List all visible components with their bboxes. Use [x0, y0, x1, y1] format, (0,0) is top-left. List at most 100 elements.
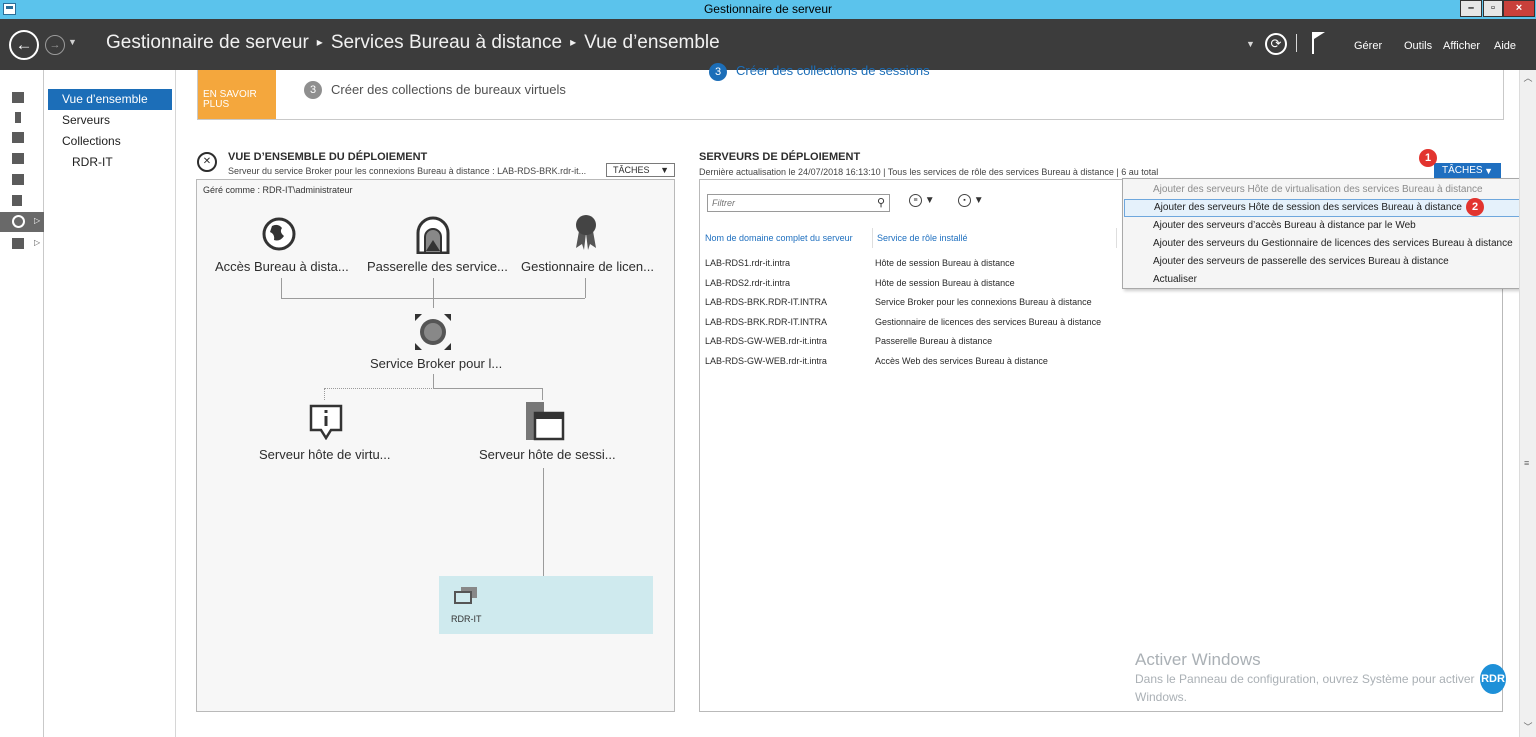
save-icon: ▪: [958, 194, 971, 207]
role-gateway-label[interactable]: Passerelle des service...: [367, 259, 508, 274]
refresh-dropdown-icon[interactable]: ▼: [1246, 39, 1255, 49]
cell-server-name: LAB-RDS-BRK.RDR-IT.INTRA: [705, 317, 828, 327]
nav-item-rdr-it[interactable]: RDR-IT: [48, 152, 172, 173]
nav-item-overview[interactable]: Vue d’ensemble: [48, 89, 172, 110]
vertical-scrollbar[interactable]: ︿ ≡ ﹀: [1519, 70, 1536, 737]
menu-item-refresh[interactable]: Actualiser: [1124, 271, 1534, 289]
session-host-window-icon[interactable]: [525, 401, 565, 441]
cell-role-service: Gestionnaire de licences des services Bu…: [875, 317, 1102, 327]
all-servers-icon[interactable]: [12, 132, 24, 143]
list-options-button[interactable]: ≡ ▼: [909, 194, 935, 207]
title-bar: Gestionnaire de serveur – ▫ ×: [0, 0, 1536, 19]
collection-tile-label: RDR-IT: [451, 614, 482, 624]
broker-connection-icon[interactable]: [414, 313, 452, 351]
cell-server-name: LAB-RDS-BRK.RDR-IT.INTRA: [705, 297, 828, 307]
breadcrumb-separator-icon: ▸: [316, 35, 323, 49]
maximize-button[interactable]: ▫: [1483, 0, 1503, 17]
menu-item-add-virtualization-host: Ajouter des serveurs Hôte de virtualisat…: [1153, 184, 1483, 195]
menu-item-add-gateway[interactable]: Ajouter des serveurs de passerelle des s…: [1124, 253, 1534, 271]
dashboard-icon[interactable]: [12, 92, 24, 103]
step-create-vdi-collections-link[interactable]: Créer des collections de bureaux virtuel…: [331, 82, 566, 97]
breadcrumb-item-server-manager[interactable]: Gestionnaire de serveur: [106, 32, 309, 53]
servers-tasks-label: TÂCHES: [1442, 165, 1483, 176]
column-divider[interactable]: [872, 228, 873, 248]
deployment-diagram: Géré comme : RDR-IT\administrateur Accès…: [196, 179, 675, 712]
cell-role-service: Hôte de session Bureau à distance: [875, 278, 1015, 288]
cell-role-service: Passerelle Bureau à distance: [875, 336, 993, 346]
search-icon[interactable]: ⚲: [877, 196, 885, 209]
menu-item-add-licensing[interactable]: Ajouter des serveurs du Gestionnaire de …: [1124, 235, 1534, 253]
cell-role-service: Accès Web des services Bureau à distance: [875, 356, 1048, 366]
breadcrumb: Gestionnaire de serveur ▸ Services Bureau …: [106, 32, 720, 54]
menu-manage[interactable]: Gérer: [1354, 40, 1382, 52]
role-licensing-label[interactable]: Gestionnaire de licen...: [521, 259, 654, 274]
header-divider: [1296, 34, 1297, 52]
iis-icon[interactable]: [12, 174, 24, 185]
annotation-badge-1: 1: [1419, 149, 1437, 167]
deployment-overview-subtitle: Serveur du service Broker pour les conne…: [228, 166, 587, 176]
quick-start-panel: EN SAVOIR PLUS 3 Créer des collections d…: [197, 63, 1504, 120]
minimize-button[interactable]: –: [1460, 0, 1482, 17]
local-server-icon[interactable]: [15, 112, 21, 123]
column-header-fqdn[interactable]: Nom de domaine complet du serveur: [705, 233, 853, 243]
nav-item-collections[interactable]: Collections: [48, 131, 172, 152]
activate-windows-title: Activer Windows: [1135, 650, 1261, 669]
expand-arrow-icon[interactable]: ▷: [34, 238, 40, 247]
collection-tile-rdr-it[interactable]: RDR-IT: [439, 576, 653, 634]
licensing-ribbon-icon[interactable]: [573, 213, 599, 251]
main-content: EN SAVOIR PLUS 3 Créer des collections d…: [176, 63, 1519, 737]
role-broker-label[interactable]: Service Broker pour l...: [370, 356, 502, 371]
forward-arrow-icon[interactable]: →: [45, 35, 65, 55]
filter-field[interactable]: ⚲: [707, 194, 890, 212]
collection-icon: [454, 587, 477, 604]
menu-help[interactable]: Aide: [1494, 40, 1516, 52]
breadcrumb-item-rds[interactable]: Services Bureau à distance: [331, 32, 562, 53]
notifications-flag-icon[interactable]: [1312, 32, 1326, 54]
virtualization-host-info-icon[interactable]: [309, 404, 343, 440]
scroll-down-icon[interactable]: ﹀: [1520, 719, 1536, 735]
rds-circle-icon: [12, 215, 25, 228]
tools-icon[interactable]: [12, 195, 22, 206]
deployment-overview-icon: ✕: [197, 152, 217, 172]
overview-tasks-button[interactable]: TÂCHES ▼: [606, 163, 675, 177]
role-web-access-label[interactable]: Accès Bureau à dista...: [215, 259, 349, 274]
close-button[interactable]: ×: [1503, 0, 1535, 17]
storage-icon[interactable]: [12, 238, 24, 249]
history-dropdown-icon[interactable]: ▼: [68, 37, 77, 47]
menu-item-add-web-access[interactable]: Ajouter des serveurs d’accès Bureau à di…: [1124, 217, 1534, 235]
scroll-grip-icon[interactable]: ≡: [1524, 458, 1529, 468]
gateway-arch-icon[interactable]: [415, 216, 451, 254]
step-number-badge: 3: [709, 63, 727, 81]
breadcrumb-separator-icon: ▸: [570, 35, 577, 49]
tasks-dropdown-menu: Ajouter des serveurs Hôte de virtualisat…: [1122, 178, 1536, 289]
web-access-globe-icon[interactable]: [262, 217, 296, 251]
scroll-up-icon[interactable]: ︿: [1520, 70, 1536, 86]
servers-tasks-button[interactable]: TÂCHES ▼: [1434, 163, 1501, 179]
role-session-host-label[interactable]: Serveur hôte de sessi...: [479, 447, 616, 462]
save-query-button[interactable]: ▪ ▼: [958, 194, 984, 207]
column-divider[interactable]: [1116, 228, 1117, 248]
rdr-logo: RDR: [1480, 664, 1506, 694]
back-arrow-icon[interactable]: ←: [9, 30, 39, 60]
refresh-icon[interactable]: ⟳: [1265, 33, 1287, 55]
menu-view[interactable]: Afficher: [1443, 40, 1480, 52]
cell-server-name: LAB-RDS1.rdr-it.intra: [705, 258, 791, 268]
chevron-down-icon: ▼: [660, 165, 669, 175]
left-icon-bar: ▷ ▷: [0, 70, 44, 737]
cell-role-service: Hôte de session Bureau à distance: [875, 258, 1015, 268]
list-icon: ≡: [909, 194, 922, 207]
expand-arrow-icon[interactable]: ▷: [34, 216, 40, 225]
menu-tools[interactable]: Outils: [1404, 40, 1432, 52]
annotation-badge-2: 2: [1466, 198, 1484, 216]
cell-server-name: LAB-RDS2.rdr-it.intra: [705, 278, 791, 288]
chevron-down-icon: ▼: [1484, 166, 1493, 176]
nav-item-servers[interactable]: Serveurs: [48, 110, 172, 131]
window-title: Gestionnaire de serveur: [703, 2, 833, 16]
file-services-icon[interactable]: [12, 153, 24, 164]
column-header-role-service[interactable]: Service de rôle installé: [877, 233, 968, 243]
step-create-session-collections-link[interactable]: Créer des collections de sessions: [736, 63, 930, 78]
filter-input[interactable]: [708, 195, 868, 211]
role-virtualization-host-label[interactable]: Serveur hôte de virtu...: [259, 447, 391, 462]
learn-more-button[interactable]: EN SAVOIR PLUS: [198, 70, 276, 119]
activate-windows-text: Dans le Panneau de configuration, ouvrez…: [1135, 672, 1475, 704]
